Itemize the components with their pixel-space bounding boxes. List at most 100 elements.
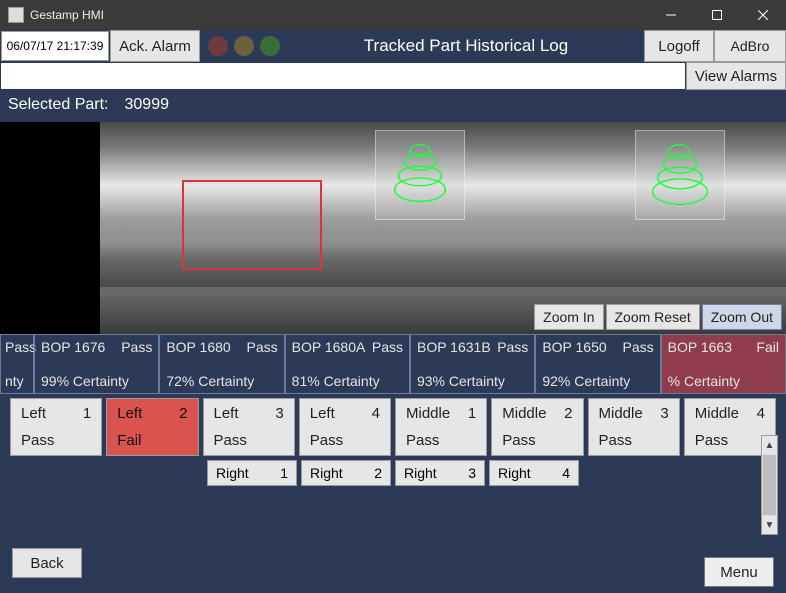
- position-index: 3: [660, 405, 668, 422]
- position-index: 3: [275, 405, 283, 422]
- position-card-small[interactable]: Right 1: [207, 460, 297, 486]
- bop-name: BOP 1631B: [417, 339, 491, 355]
- fail-region-box: [182, 180, 322, 270]
- menu-button[interactable]: Menu: [704, 557, 774, 587]
- bop-fragment-left[interactable]: Pass nty: [0, 334, 34, 394]
- bop-certainty: 72% Certainty: [166, 373, 277, 389]
- position-result: Pass: [214, 432, 284, 449]
- scroll-up-icon[interactable]: ▲: [762, 436, 777, 454]
- position-index: 1: [280, 465, 288, 481]
- position-name: Right: [216, 465, 249, 481]
- position-card[interactable]: Left 3 Pass: [203, 398, 295, 456]
- detection-box-1: [375, 130, 465, 220]
- view-alarms-button[interactable]: View Alarms: [686, 62, 786, 90]
- bop-cell[interactable]: BOP 1676 Pass 99% Certainty: [34, 334, 159, 394]
- bop-fragment-result: Pass: [5, 339, 29, 355]
- bop-cell[interactable]: BOP 1650 Pass 92% Certainty: [535, 334, 660, 394]
- position-card[interactable]: Left1Pass: [10, 398, 102, 456]
- status-leds: [200, 30, 288, 62]
- position-name: Left: [21, 405, 46, 422]
- app-icon: [8, 7, 24, 23]
- bop-result: Pass: [497, 339, 528, 355]
- position-card-small[interactable]: Right 3: [395, 460, 485, 486]
- position-card[interactable]: Middle 2 Pass: [491, 398, 583, 456]
- selected-part-row: Selected Part: 30999: [0, 90, 786, 122]
- window-titlebar: Gestamp HMI: [0, 0, 786, 30]
- selected-part-label: Selected Part:: [8, 96, 109, 114]
- position-name: Middle: [695, 405, 739, 422]
- bop-cell[interactable]: BOP 1663Fail% Certainty: [661, 334, 786, 394]
- bop-result: Fail: [756, 339, 779, 355]
- led-yellow-icon: [234, 36, 254, 56]
- bop-cell[interactable]: BOP 1680 Pass 72% Certainty: [159, 334, 284, 394]
- zoom-out-button[interactable]: Zoom Out: [702, 304, 782, 330]
- position-result: Pass: [310, 432, 380, 449]
- position-result: Pass: [502, 432, 572, 449]
- bop-certainty: 99% Certainty: [41, 373, 152, 389]
- position-name: Middle: [502, 405, 546, 422]
- bop-cell[interactable]: BOP 1631B Pass 93% Certainty: [410, 334, 535, 394]
- position-card[interactable]: Left 2 Fail: [106, 398, 198, 456]
- position-name: Right: [404, 465, 437, 481]
- bop-fragment-certainty: nty: [5, 373, 29, 389]
- led-green-icon: [260, 36, 280, 56]
- bop-name: BOP 1680: [166, 339, 230, 355]
- bop-name: BOP 1676: [41, 339, 105, 355]
- selected-part-value: 30999: [125, 96, 170, 114]
- position-card[interactable]: Middle 3 Pass: [588, 398, 680, 456]
- position-result: Pass: [406, 432, 476, 449]
- logoff-button[interactable]: Logoff: [644, 30, 714, 62]
- close-button[interactable]: [740, 0, 786, 30]
- position-index: 4: [372, 405, 380, 422]
- image-viewer[interactable]: Zoom In Zoom Reset Zoom Out: [0, 122, 786, 334]
- position-card[interactable]: Left 4 Pass: [299, 398, 391, 456]
- window-title: Gestamp HMI: [30, 8, 648, 22]
- datetime-field[interactable]: 06/07/17 21:17:39: [1, 31, 109, 61]
- led-red-icon: [208, 36, 228, 56]
- position-name: Middle: [406, 405, 450, 422]
- ack-alarm-button[interactable]: Ack. Alarm: [110, 30, 200, 62]
- bop-certainty: 81% Certainty: [292, 373, 403, 389]
- position-result: Fail: [117, 432, 187, 449]
- scroll-down-icon[interactable]: ▼: [762, 516, 777, 534]
- position-index: 2: [179, 405, 187, 422]
- vertical-scrollbar[interactable]: ▲ ▼: [761, 435, 778, 535]
- message-bar: [1, 63, 685, 89]
- detection-box-2: [635, 130, 725, 220]
- zoom-reset-button[interactable]: Zoom Reset: [606, 304, 700, 330]
- position-name: Left: [310, 405, 335, 422]
- position-cards-row-2: Right1Right2Right3Right4: [0, 456, 786, 486]
- position-index: 1: [83, 405, 91, 422]
- zoom-in-button[interactable]: Zoom In: [534, 304, 603, 330]
- bop-result: Pass: [247, 339, 278, 355]
- bop-certainty: 93% Certainty: [417, 373, 528, 389]
- bop-name: BOP 1650: [542, 339, 606, 355]
- position-result: Pass: [599, 432, 669, 449]
- user-button[interactable]: AdBro: [714, 30, 786, 62]
- position-name: Left: [117, 405, 142, 422]
- position-index: 1: [468, 405, 476, 422]
- bop-result: Pass: [623, 339, 654, 355]
- scroll-thumb[interactable]: [763, 455, 776, 515]
- bop-cell[interactable]: BOP 1680A Pass 81% Certainty: [285, 334, 410, 394]
- bop-name: BOP 1680A: [292, 339, 366, 355]
- maximize-button[interactable]: [694, 0, 740, 30]
- minimize-button[interactable]: [648, 0, 694, 30]
- back-button[interactable]: Back: [12, 548, 82, 578]
- bop-result: Pass: [372, 339, 403, 355]
- position-index: 3: [468, 465, 476, 481]
- bop-result: Pass: [121, 339, 152, 355]
- position-result: Pass: [695, 432, 765, 449]
- bop-certainty: % Certainty: [668, 373, 779, 389]
- position-card-small[interactable]: Right4: [489, 460, 579, 486]
- position-name: Middle: [599, 405, 643, 422]
- position-name: Right: [310, 465, 343, 481]
- bop-strip: Pass nty BOP 1676Pass99% CertaintyBOP 16…: [0, 334, 786, 394]
- bop-certainty: 92% Certainty: [542, 373, 653, 389]
- position-index: 2: [564, 405, 572, 422]
- position-index: 4: [562, 465, 570, 481]
- page-title: Tracked Part Historical Log: [288, 30, 644, 62]
- position-card[interactable]: Middle 1 Pass: [395, 398, 487, 456]
- position-card-small[interactable]: Right2: [301, 460, 391, 486]
- position-name: Left: [214, 405, 239, 422]
